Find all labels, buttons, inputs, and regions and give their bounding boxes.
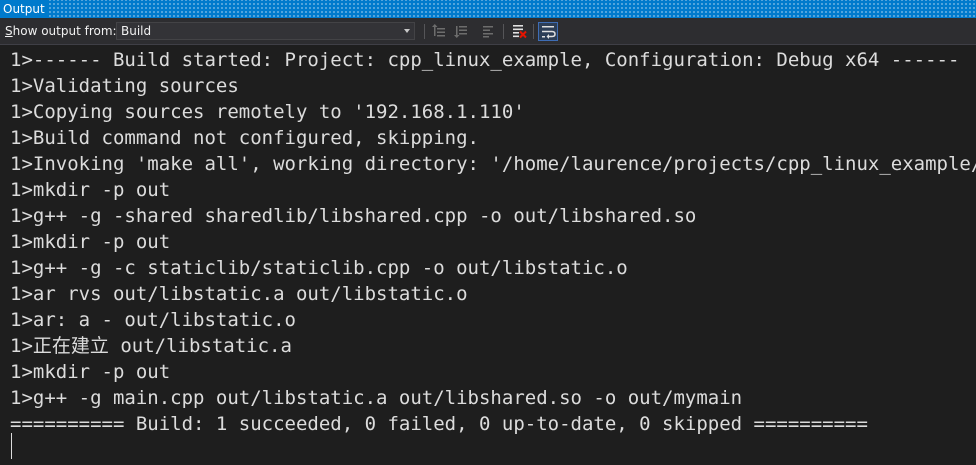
output-line: 1>ar rvs out/libstatic.a out/libstatic.o xyxy=(10,283,468,305)
next-message-icon xyxy=(454,26,467,38)
output-line: 1>------ Build started: Project: cpp_lin… xyxy=(10,49,960,71)
output-toolbar: Show output from: Build xyxy=(0,18,976,45)
output-lines: 1>------ Build started: Project: cpp_lin… xyxy=(10,47,976,437)
access-key: S xyxy=(5,24,13,38)
output-line: 1>Copying sources remotely to '192.168.1… xyxy=(10,101,525,123)
find-message-button[interactable] xyxy=(479,22,499,41)
output-line: 1>正在建立 out/libstatic.a xyxy=(10,335,292,357)
output-line: 1>ar: a - out/libstatic.o xyxy=(10,309,296,331)
output-line: 1>Invoking 'make all', working directory… xyxy=(10,153,976,175)
go-to-next-message-button[interactable] xyxy=(451,22,471,41)
toolbar-separator xyxy=(424,24,425,39)
output-line: 1>g++ -g -shared sharedlib/libshared.cpp… xyxy=(10,205,697,227)
output-text-area[interactable]: 1>------ Build started: Project: cpp_lin… xyxy=(0,45,976,465)
chevron-down-icon[interactable] xyxy=(404,29,410,33)
previous-message-icon xyxy=(432,24,445,37)
output-line: 1>mkdir -p out xyxy=(10,179,171,201)
output-source-value: Build xyxy=(121,24,152,38)
toolbar-separator xyxy=(533,24,534,39)
output-line: 1>g++ -g -c staticlib/staticlib.cpp -o o… xyxy=(10,257,628,279)
output-line: 1>Validating sources xyxy=(10,75,239,97)
show-output-from-label-rest: how output from: xyxy=(12,24,117,38)
output-window: Output Show output from: Build 1>------ … xyxy=(0,0,976,465)
output-panel-titlebar[interactable]: Output xyxy=(0,0,976,18)
output-line: 1>mkdir -p out xyxy=(10,231,171,253)
output-line: 1>mkdir -p out xyxy=(10,361,171,383)
clear-all-icon xyxy=(513,25,527,39)
output-line: 1>g++ -g main.cpp out/libstatic.a out/li… xyxy=(10,387,743,409)
toolbar-separator xyxy=(503,24,504,39)
text-caret xyxy=(11,433,12,459)
panel-title: Output xyxy=(0,0,49,18)
output-line: ========== Build: 1 succeeded, 0 failed,… xyxy=(10,413,868,435)
toggle-word-wrap-button[interactable] xyxy=(538,22,558,41)
show-output-from-label: Show output from: xyxy=(5,18,117,45)
word-wrap-icon xyxy=(542,26,556,39)
output-source-dropdown[interactable]: Build xyxy=(116,22,415,40)
clear-all-button[interactable] xyxy=(509,22,529,41)
output-line: 1>Build command not configured, skipping… xyxy=(10,127,479,149)
find-message-icon xyxy=(483,26,493,38)
go-to-previous-message-button[interactable] xyxy=(429,22,449,41)
